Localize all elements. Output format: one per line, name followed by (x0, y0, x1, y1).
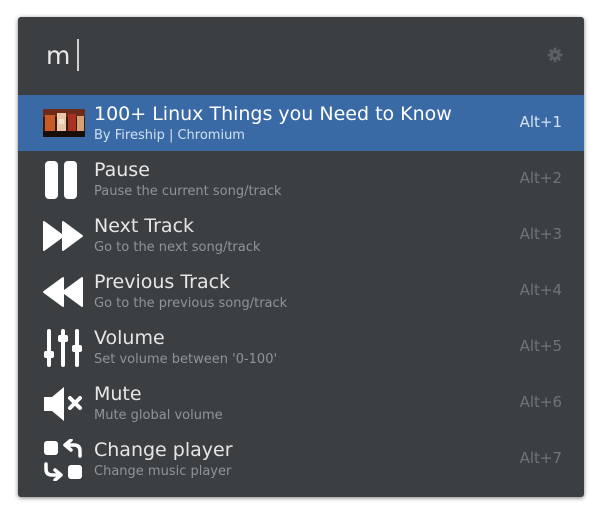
result-item-previous-track[interactable]: Previous Track Go to the previous song/t… (18, 263, 584, 319)
result-item-pause[interactable]: Pause Pause the current song/track Alt+2 (18, 151, 584, 207)
change-player-icon (42, 439, 84, 481)
volume-sliders-icon (42, 327, 84, 369)
search-input[interactable]: m (46, 39, 70, 73)
shortcut-label: Alt+4 (519, 281, 562, 299)
text-cursor (77, 39, 79, 71)
video-thumbnail-icon (43, 109, 85, 137)
result-subtitle: Change music player (94, 464, 232, 479)
previous-track-icon (42, 271, 84, 313)
result-title: Next Track (94, 215, 195, 237)
results-list: 100+ Linux Things you Need to Know By Fi… (18, 95, 584, 487)
result-subtitle: Set volume between '0-100' (94, 352, 278, 367)
shortcut-label: Alt+5 (519, 337, 562, 355)
result-subtitle: Go to the previous song/track (94, 296, 288, 311)
search-bar[interactable]: m (18, 17, 584, 93)
mute-icon (42, 383, 84, 425)
result-item-next-track[interactable]: Next Track Go to the next song/track Alt… (18, 207, 584, 263)
result-title: Mute (94, 383, 142, 405)
result-title: Previous Track (94, 271, 231, 293)
shortcut-label: Alt+3 (519, 225, 562, 243)
launcher-window: m 100+ Linux Things you Need to Know By … (18, 17, 584, 497)
result-title: Volume (94, 327, 165, 349)
next-track-icon (42, 215, 84, 257)
shortcut-label: Alt+6 (519, 393, 562, 411)
gear-icon[interactable] (547, 47, 563, 63)
result-item-change-player[interactable]: Change player Change music player Alt+7 (18, 431, 584, 487)
pause-icon (42, 159, 84, 201)
result-subtitle: Go to the next song/track (94, 240, 261, 255)
result-subtitle: Pause the current song/track (94, 184, 282, 199)
result-title: Change player (94, 439, 233, 461)
shortcut-label: Alt+1 (519, 113, 562, 131)
result-title: Pause (94, 159, 150, 181)
result-item-video[interactable]: 100+ Linux Things you Need to Know By Fi… (18, 95, 584, 151)
result-subtitle: By Fireship | Chromium (94, 128, 245, 143)
result-subtitle: Mute global volume (94, 408, 223, 423)
shortcut-label: Alt+7 (519, 449, 562, 467)
shortcut-label: Alt+2 (519, 169, 562, 187)
result-item-volume[interactable]: Volume Set volume between '0-100' Alt+5 (18, 319, 584, 375)
result-item-mute[interactable]: Mute Mute global volume Alt+6 (18, 375, 584, 431)
result-title: 100+ Linux Things you Need to Know (94, 103, 452, 125)
